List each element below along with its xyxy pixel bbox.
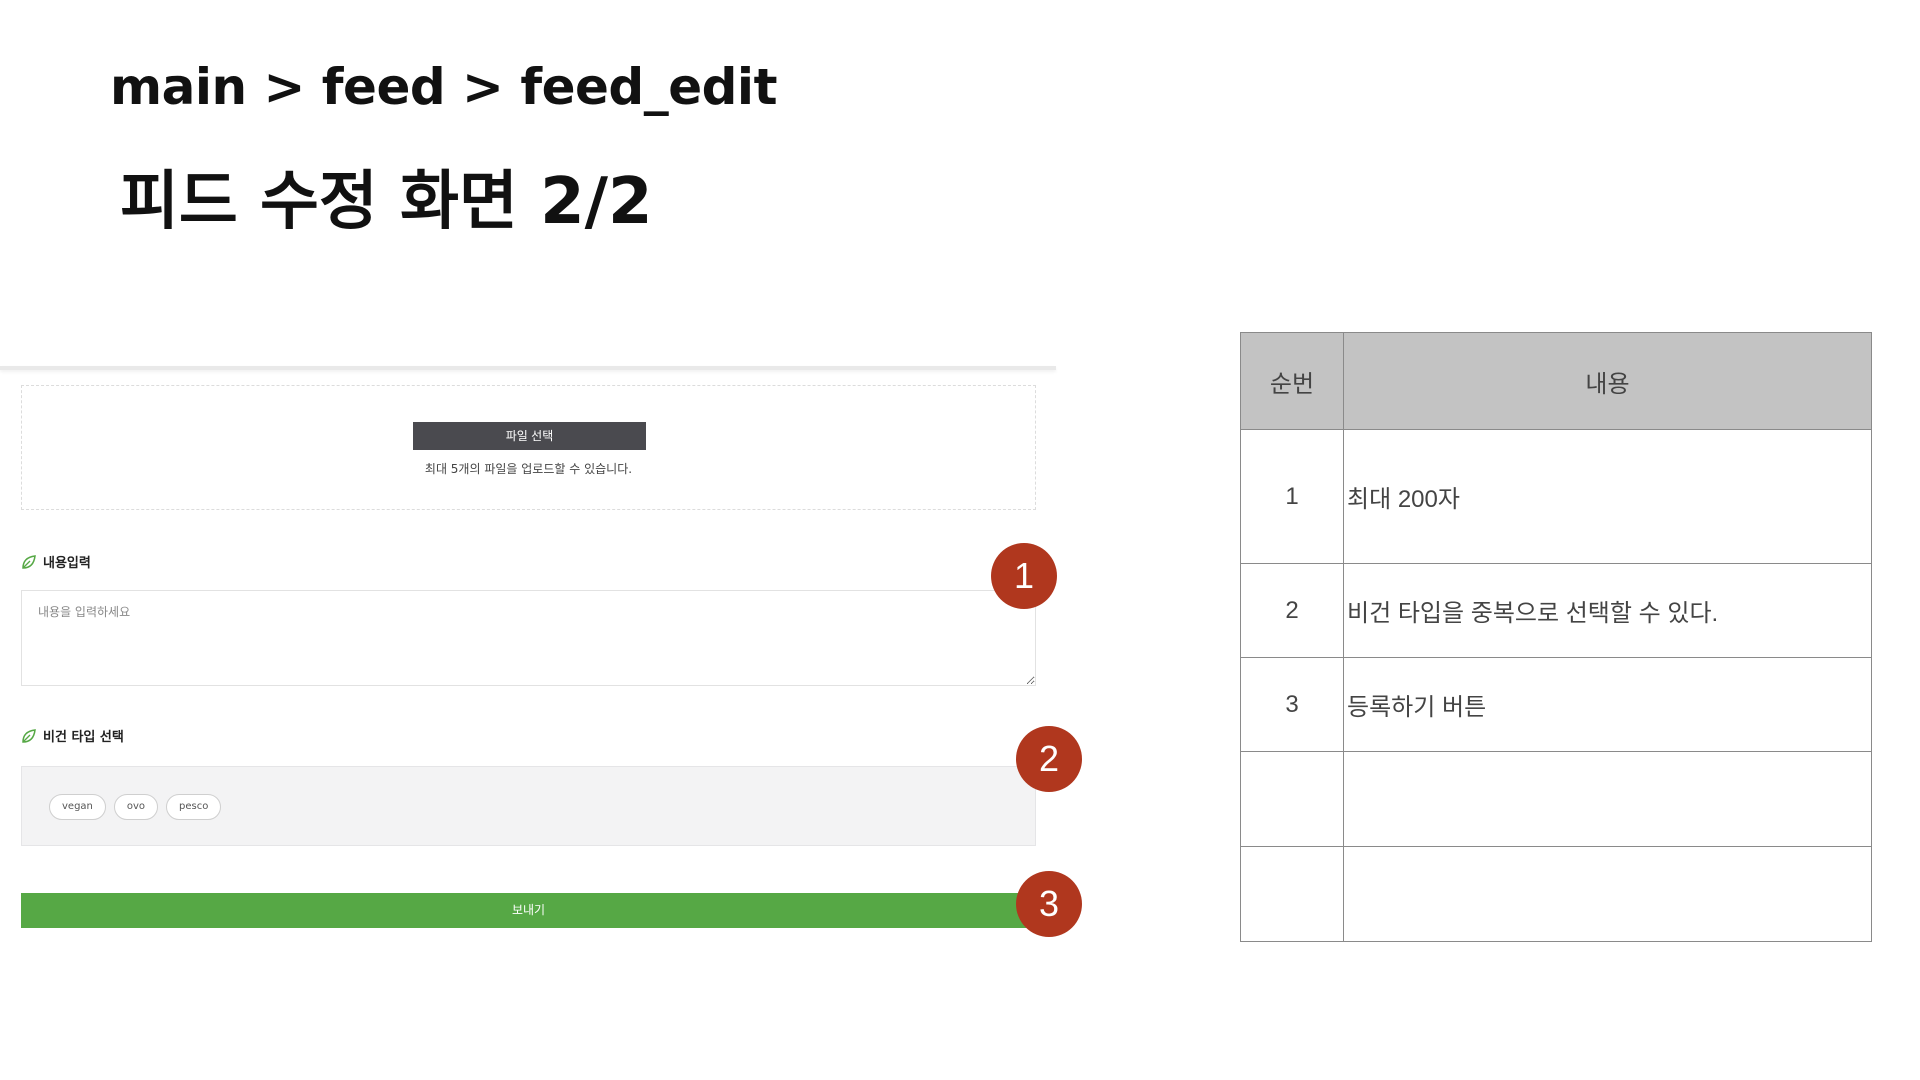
vegan-chip-ovo[interactable]: ovo bbox=[113, 794, 159, 820]
annotation-marker-3: 3 bbox=[1016, 871, 1082, 937]
spec-row-desc: 등록하기 버튼 bbox=[1343, 657, 1872, 752]
content-section-label: 내용입력 bbox=[21, 552, 91, 571]
breadcrumb: main > feed > feed_edit bbox=[110, 58, 777, 116]
table-row bbox=[1240, 751, 1872, 847]
spec-row-number bbox=[1240, 751, 1344, 847]
annotation-marker-2: 2 bbox=[1016, 726, 1082, 792]
file-select-button[interactable]: 파일 선택 bbox=[413, 422, 646, 450]
spec-row-desc bbox=[1343, 846, 1872, 942]
vegan-label: 비건 타입 선택 bbox=[43, 730, 124, 745]
table-row: 3 등록하기 버튼 bbox=[1240, 657, 1872, 752]
vegan-chip-vegan[interactable]: vegan bbox=[49, 794, 106, 820]
table-row: 1 최대 200자 bbox=[1240, 429, 1872, 564]
vegan-chip-list: vegan ovo pesco bbox=[49, 794, 222, 820]
vegan-type-panel: vegan ovo pesco bbox=[21, 766, 1036, 846]
content-label: 내용입력 bbox=[43, 556, 91, 571]
vegan-section-label: 비건 타입 선택 bbox=[21, 726, 124, 745]
spec-row-number: 3 bbox=[1240, 657, 1344, 752]
table-row: 2 비건 타입을 중복으로 선택할 수 있다. bbox=[1240, 563, 1872, 658]
annotation-marker-1: 1 bbox=[991, 543, 1057, 609]
spec-row-number: 1 bbox=[1240, 429, 1344, 564]
spec-row-desc: 최대 200자 bbox=[1343, 429, 1872, 564]
page-title: 피드 수정 화면 2/2 bbox=[120, 165, 653, 239]
header-divider bbox=[0, 366, 1056, 370]
spec-header-content: 내용 bbox=[1343, 332, 1872, 430]
feed-edit-screen: 파일 선택 최대 5개의 파일을 업로드할 수 있습니다. 내용입력 비건 타입… bbox=[0, 366, 1056, 946]
spec-row-desc bbox=[1343, 751, 1872, 847]
table-row bbox=[1240, 846, 1872, 942]
leaf-icon bbox=[22, 728, 36, 743]
spec-table: 순번 내용 1 최대 200자 2 비건 타입을 중복으로 선택할 수 있다. … bbox=[1240, 332, 1872, 942]
spec-row-number bbox=[1240, 846, 1344, 942]
leaf-icon bbox=[22, 554, 36, 569]
spec-header-number: 순번 bbox=[1240, 332, 1344, 430]
vegan-chip-pesco[interactable]: pesco bbox=[166, 794, 222, 820]
file-upload-area[interactable]: 파일 선택 최대 5개의 파일을 업로드할 수 있습니다. bbox=[21, 385, 1036, 510]
spec-row-number: 2 bbox=[1240, 563, 1344, 658]
send-button[interactable]: 보내기 bbox=[21, 893, 1036, 928]
content-input[interactable] bbox=[21, 590, 1036, 686]
upload-hint: 최대 5개의 파일을 업로드할 수 있습니다. bbox=[424, 462, 633, 476]
spec-table-header-row: 순번 내용 bbox=[1240, 332, 1872, 430]
spec-row-desc: 비건 타입을 중복으로 선택할 수 있다. bbox=[1343, 563, 1872, 658]
